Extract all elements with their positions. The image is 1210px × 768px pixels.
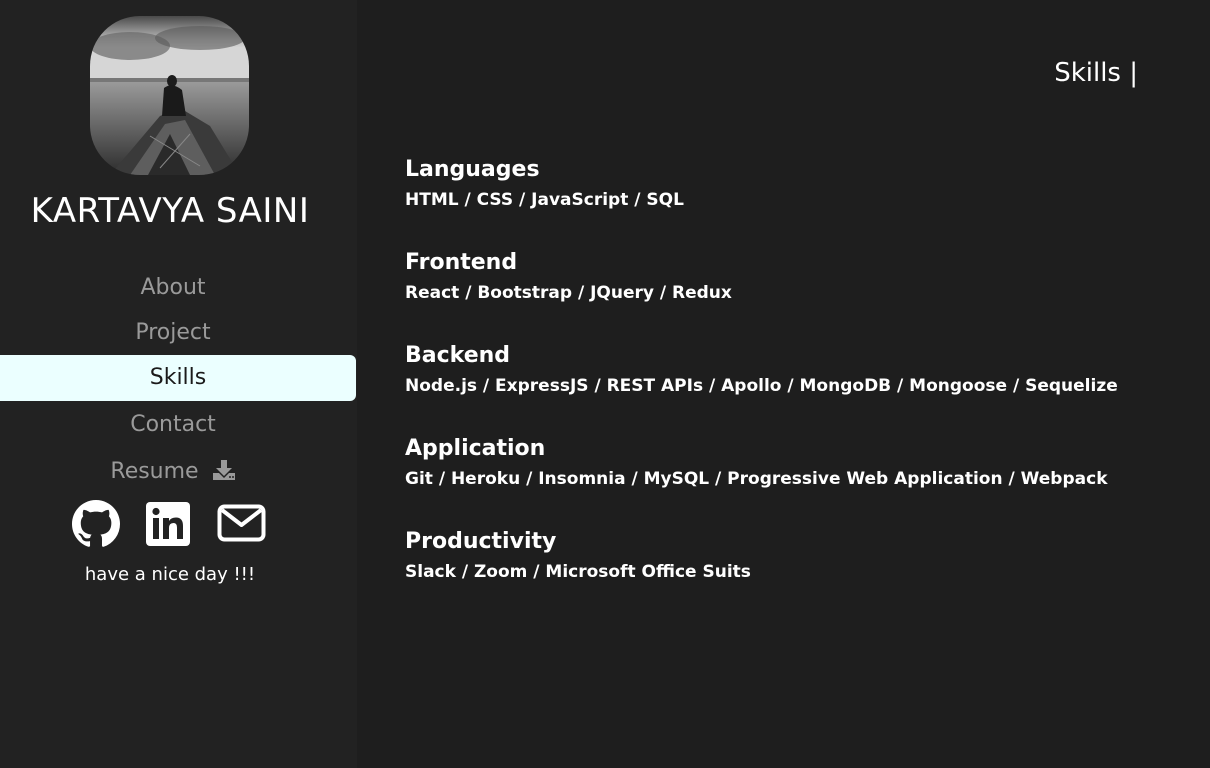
nav-item-skills[interactable]: Skills [0, 355, 356, 401]
avatar [90, 16, 249, 175]
profile-name: KARTAVYA SAINI [30, 191, 310, 231]
portfolio-app: KARTAVYA SAINI About Project Skills Cont… [0, 0, 1210, 768]
skill-items: Node.js / ExpressJS / REST APIs / Apollo… [405, 376, 1118, 396]
nav-item-label: Project [135, 320, 211, 345]
social-links [0, 500, 340, 548]
avatar-photo [90, 16, 249, 175]
github-icon[interactable] [72, 500, 120, 552]
nav-item-resume[interactable]: Resume [0, 449, 346, 495]
skill-items: Git / Heroku / Insomnia / MySQL / Progre… [405, 469, 1108, 489]
nav-item-project[interactable]: Project [0, 310, 346, 356]
skill-title: Application [405, 436, 546, 461]
nav-item-label: About [140, 275, 206, 300]
nav-item-label: Resume [110, 459, 199, 484]
skill-group-frontend: Frontend React / Bootstrap / JQuery / Re… [405, 248, 1185, 341]
nav-item-contact[interactable]: Contact [0, 402, 346, 448]
sidebar: KARTAVYA SAINI About Project Skills Cont… [0, 0, 357, 768]
nav-item-label: Contact [130, 412, 216, 437]
skill-items: HTML / CSS / JavaScript / SQL [405, 190, 684, 210]
skill-items: Slack / Zoom / Microsoft Office Suits [405, 562, 751, 582]
skill-group-languages: Languages HTML / CSS / JavaScript / SQL [405, 155, 1185, 248]
linkedin-icon[interactable] [146, 502, 190, 550]
skill-items: React / Bootstrap / JQuery / Redux [405, 283, 732, 303]
envelope-icon[interactable] [217, 504, 266, 546]
skill-group-application: Application Git / Heroku / Insomnia / My… [405, 434, 1185, 527]
download-icon [212, 452, 236, 498]
skill-group-backend: Backend Node.js / ExpressJS / REST APIs … [405, 341, 1185, 434]
nav-item-label: Skills [149, 365, 207, 390]
farewell-text: have a nice day !!! [84, 564, 256, 585]
skill-title: Frontend [405, 250, 518, 275]
skill-title: Languages [405, 157, 540, 182]
skills-list: Languages HTML / CSS / JavaScript / SQL … [405, 155, 1185, 620]
page-title: Skills | [1054, 58, 1138, 88]
skill-group-productivity: Productivity Slack / Zoom / Microsoft Of… [405, 527, 1185, 620]
skill-title: Backend [405, 343, 511, 368]
nav-item-about[interactable]: About [0, 265, 346, 311]
skill-title: Productivity [405, 529, 557, 554]
